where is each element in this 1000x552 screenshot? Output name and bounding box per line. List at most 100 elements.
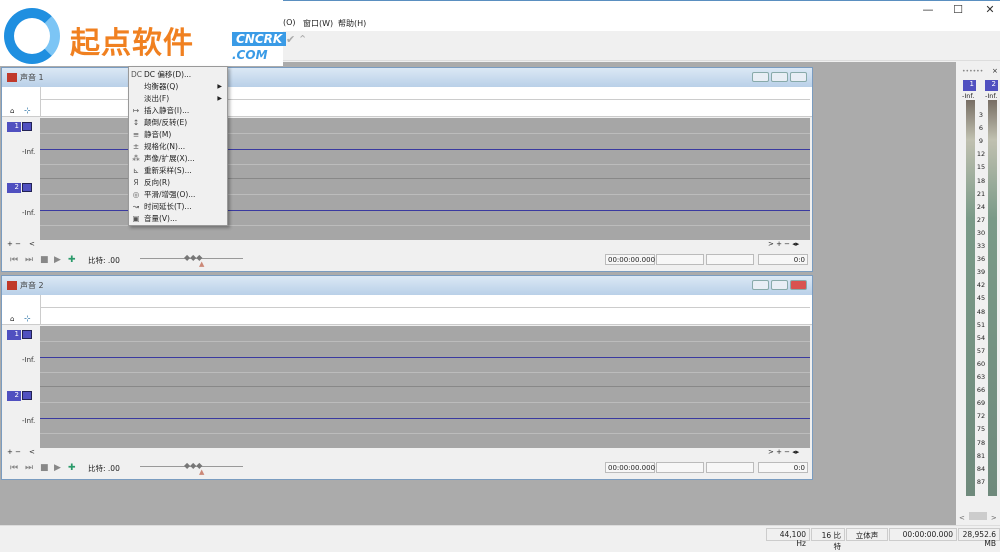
meter-tick: 87: [976, 477, 986, 486]
go-start-icon[interactable]: ⏮: [10, 255, 18, 265]
zoom-in-icon[interactable]: + −: [7, 240, 21, 248]
ratio-label: 比特: .00: [88, 256, 120, 265]
snap-icon[interactable]: ⊹: [24, 314, 31, 323]
meter-tick: 48: [976, 307, 986, 316]
meter-close-icon[interactable]: ×: [992, 67, 998, 75]
position-display: 0:0: [758, 254, 808, 265]
channel-1-toggle[interactable]: [22, 122, 32, 131]
meter-tick: 72: [976, 412, 986, 421]
stop-icon[interactable]: ■: [40, 463, 49, 473]
waveform-area[interactable]: [40, 326, 810, 448]
selection-start: [656, 254, 704, 265]
sound-window-titlebar[interactable]: 声音 2: [2, 276, 812, 295]
maximize-button[interactable]: ☐: [943, 3, 973, 16]
menu-window[interactable]: 窗口(W): [303, 18, 333, 29]
sound-window-title: 声音 2: [20, 281, 44, 290]
status-time: 00:00:00.000: [889, 528, 957, 541]
go-end-icon[interactable]: ⏭: [25, 255, 33, 265]
meter-tick: 60: [976, 359, 986, 368]
menu-item-icon: Я: [133, 178, 139, 187]
time-ruler[interactable]: ⌂ ⊹: [2, 295, 812, 325]
zoom-in-icon[interactable]: + −: [7, 448, 21, 456]
play-icon[interactable]: ▶: [54, 463, 61, 473]
channel-1-button[interactable]: 1: [7, 122, 21, 132]
menu-item[interactable]: ↝ 时间延长(T)...: [129, 201, 227, 213]
meter-tick: 12: [976, 150, 986, 159]
menu-item[interactable]: ▣ 音量(V)...: [129, 213, 227, 225]
doc-minimize-button[interactable]: [752, 72, 769, 82]
stop-icon[interactable]: ■: [40, 255, 49, 265]
meter-channel-2[interactable]: 2: [985, 80, 998, 91]
meter-tick: 81: [976, 451, 986, 460]
sound-window-title: 声音 1: [20, 73, 44, 82]
menu-item[interactable]: ↕ 颠倒/反转(E): [129, 117, 227, 129]
menu-item[interactable]: ± 规格化(N)...: [129, 141, 227, 153]
time-ruler[interactable]: ⌂ ⊹: [2, 87, 812, 117]
watermark-logo: 起点软件 CNCRK .COM: [0, 0, 287, 66]
channel-1-toggle[interactable]: [22, 330, 32, 339]
go-end-icon[interactable]: ⏭: [25, 463, 33, 473]
doc-minimize-button[interactable]: [752, 280, 769, 290]
channel-2-toggle[interactable]: [22, 391, 32, 400]
menu-item[interactable]: 均衡器(Q) ▶: [129, 81, 227, 93]
lock-icon[interactable]: ⌂: [10, 315, 14, 323]
menu-item[interactable]: ↦ 插入静音(I)...: [129, 105, 227, 117]
meter-tick: 51: [976, 320, 986, 329]
time-display: 00:00:00.000: [605, 462, 655, 473]
transport-bar: ⏮ ⏭ ■ ▶ ✚ 比特: .00 ◆◆◆ ▲ 00:00:00.000 0:0: [2, 458, 812, 478]
add-marker-icon[interactable]: ✚: [68, 255, 76, 265]
zoom-out-icon[interactable]: > + − ◂▸: [768, 448, 799, 456]
horizontal-scroll[interactable]: + − < > + − ◂▸: [2, 448, 812, 458]
menu-item-label: 均衡器(Q): [144, 82, 179, 91]
meter-channel-1[interactable]: 1: [963, 80, 976, 91]
add-marker-icon[interactable]: ✚: [68, 463, 76, 473]
doc-maximize-button[interactable]: [771, 280, 788, 290]
menu-item-icon: ◎: [132, 190, 140, 199]
close-button[interactable]: ✕: [975, 3, 1000, 16]
play-icon[interactable]: ▶: [54, 255, 61, 265]
meter-tick: 36: [976, 255, 986, 264]
sound-icon: [7, 73, 17, 82]
logo-tag: CNCRK: [232, 32, 287, 46]
menu-item[interactable]: ⁂ 声像/扩展(X)...: [129, 153, 227, 165]
menu-item[interactable]: Я 反向(R): [129, 177, 227, 189]
status-sample-rate: 44,100 Hz: [766, 528, 810, 548]
sound-icon: [7, 281, 17, 290]
go-start-icon[interactable]: ⏮: [10, 463, 18, 473]
snap-icon[interactable]: ⊹: [24, 106, 31, 115]
channel-2-button[interactable]: 2: [7, 183, 21, 193]
menu-item[interactable]: ◎ 平滑/增强(O)...: [129, 189, 227, 201]
meter-grip[interactable]: ••••••: [962, 68, 983, 75]
selection-end: [706, 254, 754, 265]
menu-item[interactable]: 淡出(F) ▶: [129, 93, 227, 105]
channel-2-button[interactable]: 2: [7, 391, 21, 401]
channel-1-button[interactable]: 1: [7, 330, 21, 340]
minimize-button[interactable]: —: [913, 3, 943, 16]
logo-brand: 起点软件: [70, 26, 194, 61]
menu-item[interactable]: ⊾ 重新采样(S)...: [129, 165, 227, 177]
meter-scrollbar[interactable]: < >: [959, 512, 999, 522]
menu-item-label: 淡出(F): [144, 94, 170, 103]
submenu-arrow-icon: ▶: [217, 83, 222, 90]
logo-com: .COM: [232, 48, 268, 62]
undo-icon[interactable]: ⌃: [298, 33, 307, 46]
doc-close-button[interactable]: [790, 280, 807, 290]
doc-close-button[interactable]: [790, 72, 807, 82]
menu-item-label: DC 偏移(D)...: [144, 70, 192, 79]
meter-tick: 27: [976, 215, 986, 224]
menu-options[interactable]: (O): [283, 18, 296, 27]
menu-item-label: 平滑/增强(O)...: [144, 190, 196, 199]
menu-help[interactable]: 帮助(H): [338, 18, 366, 29]
meter-tick: 18: [976, 176, 986, 185]
doc-maximize-button[interactable]: [771, 72, 788, 82]
channel-2-toggle[interactable]: [22, 183, 32, 192]
sound-window-titlebar[interactable]: 声音 1: [2, 68, 812, 87]
menu-item[interactable]: DC DC 偏移(D)...: [129, 69, 227, 81]
horizontal-scroll[interactable]: + − < > + − ◂▸: [2, 240, 812, 250]
zoom-out-icon[interactable]: > + − ◂▸: [768, 240, 799, 248]
menu-item[interactable]: ≡ 静音(M): [129, 129, 227, 141]
redo-icon[interactable]: ✔: [286, 33, 295, 46]
menu-item-icon: ↦: [132, 106, 140, 115]
menu-item-label: 反向(R): [144, 178, 171, 187]
lock-icon[interactable]: ⌂: [10, 107, 14, 115]
